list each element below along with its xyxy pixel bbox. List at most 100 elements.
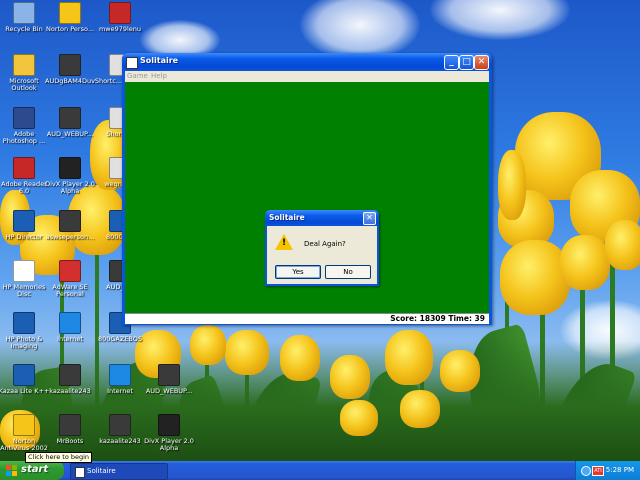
desktop-icon-image: [13, 157, 35, 179]
desktop-icon-label: aswseperson...: [45, 233, 95, 241]
no-button[interactable]: No: [325, 265, 371, 279]
start-label: start: [21, 464, 49, 475]
desktop-icon-image: [13, 364, 35, 386]
desktop-icon-label: MrBoots: [56, 437, 84, 445]
system-tray: ATI 5:28 PM: [575, 461, 640, 480]
taskbar: start Solitaire ATI 5:28 PM: [0, 461, 640, 480]
desktop-icon-label: Internet: [107, 387, 133, 395]
desktop-icon-image: [59, 364, 81, 386]
desktop-icon-image: [59, 54, 81, 76]
desktop-icon-label: AUDgBAM4Duv: [45, 77, 95, 85]
desktop-icon[interactable]: aswseperson...: [44, 210, 96, 241]
dialog-body: ! Deal Again? Yes No: [267, 226, 377, 284]
window-titlebar[interactable]: Solitaire _ □ ✕: [122, 53, 492, 71]
desktop-icon[interactable]: HP Director: [0, 210, 50, 241]
desktop-icon-image: [59, 414, 81, 436]
start-tooltip: Click here to begin: [25, 452, 93, 463]
desktop-icon-label: kazaalite243: [49, 387, 91, 395]
desktop-icon[interactable]: Norton AntiVirus 2002: [0, 414, 50, 452]
desktop-icon[interactable]: Internet: [94, 364, 146, 395]
desktop-icon[interactable]: AdWare SE Personal: [44, 260, 96, 298]
status-bar: Score: 18309 Time: 39: [125, 313, 489, 324]
warning-icon: !: [275, 234, 293, 250]
desktop-icon[interactable]: MrBoots: [44, 414, 96, 445]
desktop-icon-label: AdWare SE Personal: [52, 283, 88, 298]
dialog-titlebar[interactable]: Solitaire ✕: [265, 210, 379, 226]
taskbar-item-label: Solitaire: [87, 467, 116, 475]
clock[interactable]: 5:28 PM: [606, 466, 634, 474]
desktop-icon-image: [13, 414, 35, 436]
desktop-icon-image: [59, 260, 81, 282]
desktop-icon[interactable]: Internet: [44, 312, 96, 343]
deal-again-dialog: Solitaire ✕ ! Deal Again? Yes No: [265, 210, 379, 286]
dialog-message: Deal Again?: [304, 240, 346, 248]
start-button[interactable]: start: [0, 461, 64, 480]
desktop-icon-label: Kazaa Lite K++: [0, 387, 50, 395]
desktop-icon-label: kazaalite243: [99, 437, 141, 445]
desktop-icon-image: [59, 157, 81, 179]
dialog-title: Solitaire: [269, 213, 305, 222]
solitaire-app-icon: [126, 57, 138, 69]
menu-game[interactable]: Game: [127, 72, 148, 80]
desktop-icon[interactable]: Norton Perso...: [44, 2, 96, 33]
desktop-icon-label: AUD_WEBUP...: [46, 130, 94, 138]
desktop-icon[interactable]: Kazaa Lite K++: [0, 364, 50, 395]
dialog-close-button[interactable]: ✕: [363, 212, 376, 225]
desktop-icon-image: [59, 312, 81, 334]
desktop-icon-label: HP Memories Disc: [2, 283, 46, 298]
close-button[interactable]: ✕: [474, 55, 489, 70]
desktop-icon-image: [158, 414, 180, 436]
desktop-icon[interactable]: Adobe Photoshop ...: [0, 107, 50, 145]
desktop-icon-label: Internet: [57, 335, 83, 343]
desktop-icon-image: [109, 2, 131, 24]
desktop-icon[interactable]: kazaalite243: [94, 414, 146, 445]
desktop-icon-label: AUD_WEBUP...: [145, 387, 193, 395]
windows-flag-icon: [6, 465, 17, 476]
network-icon[interactable]: [581, 466, 591, 476]
desktop-icon-image: [13, 107, 35, 129]
desktop-icon-label: DivX Player 2.0 Alpha: [144, 437, 194, 452]
desktop-icon[interactable]: DivX Player 2.0 Alpha: [44, 157, 96, 195]
desktop-icon-image: [13, 312, 35, 334]
desktop-icon-image: [13, 54, 35, 76]
menu-bar: Game Help: [125, 71, 489, 82]
desktop-icon[interactable]: AUD_WEBUP...: [143, 364, 195, 395]
score-time-text: Score: 18309 Time: 39: [390, 314, 485, 323]
maximize-button[interactable]: □: [459, 55, 474, 70]
desktop-icon[interactable]: HP Photo & Imaging: [0, 312, 50, 350]
desktop-icon[interactable]: AUDgBAM4Duv: [44, 54, 96, 85]
desktop-icon-label: HP Director: [5, 233, 43, 241]
desktop-icon-label: Norton AntiVirus 2002: [0, 437, 48, 452]
desktop-icon-image: [59, 210, 81, 232]
desktop-icon-image: [158, 364, 180, 386]
desktop-icon-image: [13, 2, 35, 24]
ati-icon[interactable]: ATI: [592, 466, 604, 476]
desktop-icon[interactable]: DivX Player 2.0 Alpha: [143, 414, 195, 452]
desktop-icon-label: DivX Player 2.0 Alpha: [45, 180, 95, 195]
yes-button[interactable]: Yes: [275, 265, 321, 279]
desktop-icon-label: Recycle Bin: [5, 25, 43, 33]
desktop-icon-label: mwe979lenu: [98, 25, 142, 33]
desktop-icon[interactable]: AUD_WEBUP...: [44, 107, 96, 138]
warning-exclamation: !: [282, 238, 287, 248]
desktop-icon[interactable]: HP Memories Disc: [0, 260, 50, 298]
desktop-icon-image: [59, 2, 81, 24]
desktop-icon[interactable]: mwe979lenu: [94, 2, 146, 33]
desktop-icon-image: [109, 364, 131, 386]
menu-help[interactable]: Help: [151, 72, 167, 80]
taskbar-item-solitaire[interactable]: Solitaire: [70, 463, 168, 480]
minimize-button[interactable]: _: [444, 55, 459, 70]
solitaire-task-icon: [75, 467, 85, 478]
desktop-icon-label: Adobe Photoshop ...: [2, 130, 46, 145]
desktop-icon[interactable]: Microsoft Outlook: [0, 54, 50, 92]
desktop-icon[interactable]: kazaalite243: [44, 364, 96, 395]
desktop-icon-label: Adobe Reader 6.0: [1, 180, 47, 195]
desktop-icon[interactable]: Recycle Bin: [0, 2, 50, 33]
desktop-icon-label: 800GAZEBOS: [97, 335, 143, 343]
desktop-icon-image: [59, 107, 81, 129]
desktop-icon-label: HP Photo & Imaging: [5, 335, 43, 350]
desktop-icon[interactable]: Adobe Reader 6.0: [0, 157, 50, 195]
desktop-icon-image: [13, 210, 35, 232]
desktop-icon-image: [13, 260, 35, 282]
desktop-icon-label: Microsoft Outlook: [9, 77, 39, 92]
